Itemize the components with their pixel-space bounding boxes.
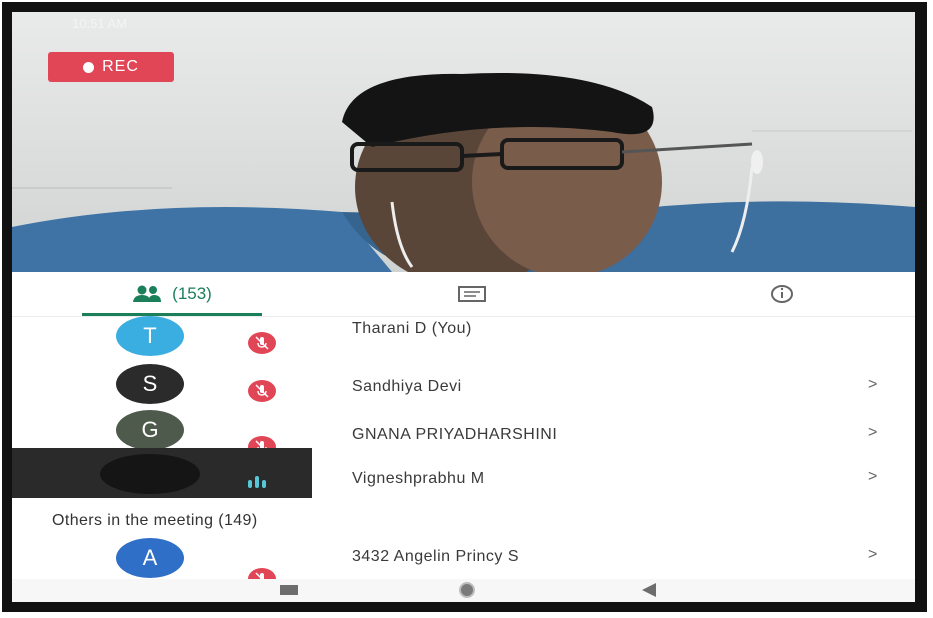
speaker-video xyxy=(12,72,915,272)
others-section-heading: Others in the meeting (149) xyxy=(52,512,258,529)
avatar: T xyxy=(116,316,184,356)
recents-icon[interactable] xyxy=(280,585,298,595)
chevron-right-icon[interactable]: > xyxy=(868,546,877,564)
recording-badge: REC xyxy=(48,52,174,82)
tab-chat[interactable] xyxy=(432,272,512,316)
participant-count: (153) xyxy=(172,284,212,303)
participant-name: 3432 Angelin Princy S xyxy=(352,548,520,565)
system-nav-bar xyxy=(12,579,915,602)
avatar: S xyxy=(116,364,184,404)
list-item[interactable]: A 3432 Angelin Princy S > xyxy=(12,534,915,590)
status-bar: 10:51 AM xyxy=(12,12,915,34)
chevron-right-icon[interactable]: > xyxy=(868,468,877,486)
people-icon xyxy=(133,285,162,302)
chevron-right-icon[interactable]: > xyxy=(868,424,877,442)
participant-name: Sandhiya Devi xyxy=(352,378,462,395)
chat-icon xyxy=(458,286,486,302)
phone-screen: 10:51 AM REC (153) T Tharani D (You) S S… xyxy=(12,12,915,602)
participant-row[interactable]: S Sandhiya Devi > xyxy=(12,360,915,410)
record-dot-icon xyxy=(83,61,95,73)
back-icon[interactable] xyxy=(642,583,656,597)
participant-row[interactable]: T Tharani D (You) xyxy=(12,312,915,362)
participant-name: Vigneshprabhu M xyxy=(352,470,485,487)
home-icon[interactable] xyxy=(459,582,475,598)
status-time: 10:51 AM xyxy=(72,16,127,31)
info-icon xyxy=(771,285,793,303)
mic-off-icon xyxy=(248,380,276,402)
participant-name: Tharani D (You) xyxy=(352,320,472,337)
avatar: A xyxy=(116,538,184,578)
avatar: G xyxy=(116,410,184,450)
tab-info[interactable] xyxy=(742,272,822,316)
participant-row[interactable]: Vigneshprabhu M > xyxy=(12,456,915,506)
panel-tabs: (153) xyxy=(12,272,915,317)
tab-people[interactable]: (153) xyxy=(82,272,262,316)
recording-label: REC xyxy=(102,58,139,75)
mic-off-icon xyxy=(248,332,276,354)
main-video-feed[interactable]: 10:51 AM REC xyxy=(12,12,915,272)
participant-name: GNANA PRIYADHARSHINI xyxy=(352,426,558,443)
chevron-right-icon[interactable]: > xyxy=(868,376,877,394)
